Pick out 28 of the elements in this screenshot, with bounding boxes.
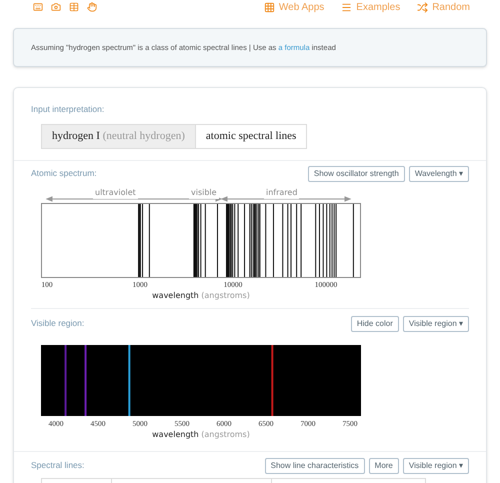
region-label: visible <box>189 186 219 198</box>
option-button[interactable]: Visible region ▾ <box>402 458 469 474</box>
option-button[interactable]: Wavelength ▾ <box>408 166 469 182</box>
option-button[interactable]: More <box>368 458 399 474</box>
spectral-line <box>271 344 274 416</box>
hand-icon[interactable] <box>87 2 97 12</box>
interpretation-cell: hydrogen I (neutral hydrogen) <box>42 125 196 148</box>
axis-label: wavelength (angstroms) <box>152 430 250 438</box>
option-button[interactable]: Hide color <box>350 316 399 332</box>
region-label: ultraviolet <box>93 186 138 198</box>
region-label: infrared <box>264 186 300 198</box>
spectral-line <box>128 344 130 416</box>
pod-title: Input interpretation: <box>31 104 104 114</box>
option-button[interactable]: Visible region ▾ <box>402 316 469 332</box>
spectral-line <box>64 344 67 416</box>
axis-label: wavelength (angstroms) <box>152 290 250 300</box>
camera-icon[interactable] <box>51 2 61 12</box>
grid-icon <box>264 2 275 12</box>
pod-title: Visible region: <box>31 317 84 330</box>
keyboard-icon[interactable] <box>33 2 43 12</box>
pod-title: Atomic spectrum: <box>31 167 97 180</box>
spectral-line <box>84 344 87 416</box>
menu-icon <box>341 2 352 12</box>
pod-title: Spectral lines: <box>31 459 84 472</box>
option-button[interactable]: Show oscillator strength <box>308 166 405 182</box>
table-icon[interactable] <box>69 2 79 12</box>
shuffle-icon <box>417 2 428 12</box>
option-button[interactable]: Show line characteristics <box>264 458 365 474</box>
